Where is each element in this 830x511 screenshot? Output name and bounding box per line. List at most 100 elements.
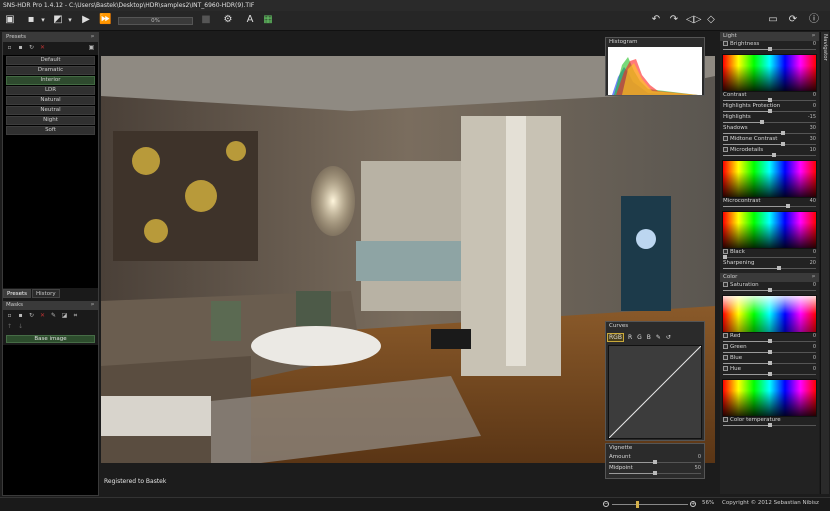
slider-track[interactable] (723, 266, 816, 270)
slider-thumb[interactable] (653, 471, 657, 475)
play-icon[interactable]: ▶ (80, 14, 92, 26)
color-pin-icon[interactable]: ᵖ (812, 273, 815, 282)
slider-thumb[interactable] (767, 288, 772, 292)
slider-thumb[interactable] (776, 266, 781, 270)
save-preset-icon[interactable]: ▪ (17, 44, 24, 51)
zoom-slider[interactable] (612, 501, 688, 508)
preset-item-dramatic[interactable]: Dramatic (6, 66, 95, 75)
image-icon[interactable]: ▦ (262, 14, 274, 26)
slider-track[interactable] (723, 339, 816, 343)
base-image-item[interactable]: Base image (6, 335, 95, 343)
zoom-out-icon[interactable]: − (603, 501, 609, 507)
export-icon[interactable]: ◩ (52, 14, 64, 26)
slider-track[interactable] (723, 361, 816, 365)
channel-r[interactable]: R (627, 334, 633, 341)
slider-track[interactable] (723, 350, 816, 354)
slider-thumb[interactable] (767, 339, 772, 343)
slider-track[interactable] (723, 98, 816, 102)
move-down-icon[interactable]: ↓ (17, 323, 24, 330)
save-icon[interactable]: ▪ (25, 14, 37, 26)
flip-horizontal-icon[interactable]: ◁▷ (686, 14, 701, 26)
rotate-left-icon[interactable]: ↶ (650, 14, 662, 26)
channel-g[interactable]: G (636, 334, 643, 341)
enable-checkbox[interactable] (723, 41, 728, 46)
slider-thumb[interactable] (722, 255, 727, 259)
slider-track[interactable] (723, 131, 816, 135)
preset-item-neutral[interactable]: Neutral (6, 106, 95, 115)
zoom-slider-thumb[interactable] (636, 501, 639, 508)
slider-thumb[interactable] (767, 372, 772, 376)
enable-checkbox[interactable] (723, 136, 728, 141)
pin-icon[interactable]: ᵖ (91, 33, 94, 42)
slider-thumb[interactable] (767, 47, 772, 51)
slider-track[interactable] (609, 471, 701, 475)
channel-rgb[interactable]: RGB (607, 332, 624, 342)
info-icon[interactable]: ⓘ (808, 14, 820, 26)
enable-checkbox[interactable] (723, 355, 728, 360)
preset-item-ldr[interactable]: LDR (6, 86, 95, 95)
enable-checkbox[interactable] (723, 249, 728, 254)
slider-track[interactable] (723, 372, 816, 376)
refresh-preset-icon[interactable]: ↻ (28, 44, 35, 51)
slider-track[interactable] (722, 255, 816, 259)
slider-track[interactable] (723, 120, 816, 124)
navigator-tab[interactable]: Navigator (820, 32, 829, 494)
slider-thumb[interactable] (653, 460, 657, 464)
slider-thumb[interactable] (772, 153, 777, 157)
slider-track[interactable] (723, 288, 816, 292)
slider-thumb[interactable] (760, 120, 765, 124)
slider-track[interactable] (723, 47, 816, 51)
zoom-in-icon[interactable]: + (690, 501, 696, 507)
masks-pin-icon[interactable]: ᵖ (91, 301, 94, 310)
enable-checkbox[interactable] (723, 147, 728, 152)
open-folder-icon[interactable]: ▣ (4, 14, 16, 26)
enable-checkbox[interactable] (723, 417, 728, 422)
enable-checkbox[interactable] (723, 282, 728, 287)
slider-thumb[interactable] (767, 350, 772, 354)
brush-mask-icon[interactable]: ✎ (50, 312, 57, 319)
slider-track[interactable] (723, 423, 816, 427)
preset-item-natural[interactable]: Natural (6, 96, 95, 105)
image-preset-icon[interactable]: ▣ (88, 44, 95, 51)
slider-track[interactable] (723, 153, 816, 157)
export-dropdown-icon[interactable]: ▾ (64, 14, 76, 26)
enable-checkbox[interactable] (723, 344, 728, 349)
copy-mask-icon[interactable]: ▪ (17, 312, 24, 319)
gradient-mask-icon[interactable]: ◪ (61, 312, 68, 319)
enable-checkbox[interactable] (723, 366, 728, 371)
preset-item-soft[interactable]: Soft (6, 126, 95, 135)
slider-track[interactable] (723, 142, 816, 146)
text-icon[interactable]: A (244, 14, 256, 26)
slider-track[interactable] (723, 109, 816, 113)
curve-pencil-icon[interactable]: ✎ (655, 334, 662, 341)
channel-b[interactable]: B (646, 334, 652, 341)
tab-presets[interactable]: Presets (3, 289, 32, 298)
skip-icon[interactable]: ⏩ (99, 14, 111, 26)
preset-item-default[interactable]: Default (6, 56, 95, 65)
slider-track[interactable] (723, 204, 816, 208)
slider-thumb[interactable] (781, 142, 786, 146)
move-up-icon[interactable]: ↑ (6, 323, 13, 330)
preset-item-night[interactable]: Night (6, 116, 95, 125)
flip-vertical-icon[interactable]: ◇ (705, 14, 717, 26)
delete-mask-icon[interactable]: ✕ (39, 312, 46, 319)
tab-history[interactable]: History (32, 289, 60, 298)
enable-checkbox[interactable] (723, 333, 728, 338)
slider-thumb[interactable] (786, 204, 791, 208)
slider-thumb[interactable] (767, 423, 772, 427)
slider-thumb[interactable] (781, 131, 786, 135)
curve-reset-icon[interactable]: ↺ (665, 334, 672, 341)
refresh-mask-icon[interactable]: ↻ (28, 312, 35, 319)
rotate-right-icon[interactable]: ↷ (668, 14, 680, 26)
delete-preset-icon[interactable]: ✕ (39, 44, 46, 51)
crop-mask-icon[interactable]: ⌗ (72, 312, 79, 319)
refresh-icon[interactable]: ⟳ (787, 14, 799, 26)
new-mask-icon[interactable]: ▫ (6, 312, 13, 319)
settings-icon[interactable]: ⚙ (222, 14, 234, 26)
slider-thumb[interactable] (767, 361, 772, 365)
slider-thumb[interactable] (767, 109, 772, 113)
monitor-icon[interactable]: ▭ (767, 14, 779, 26)
new-preset-icon[interactable]: ▫ (6, 44, 13, 51)
save-dropdown-icon[interactable]: ▾ (37, 14, 49, 26)
light-pin-icon[interactable]: ᵖ (812, 32, 815, 41)
